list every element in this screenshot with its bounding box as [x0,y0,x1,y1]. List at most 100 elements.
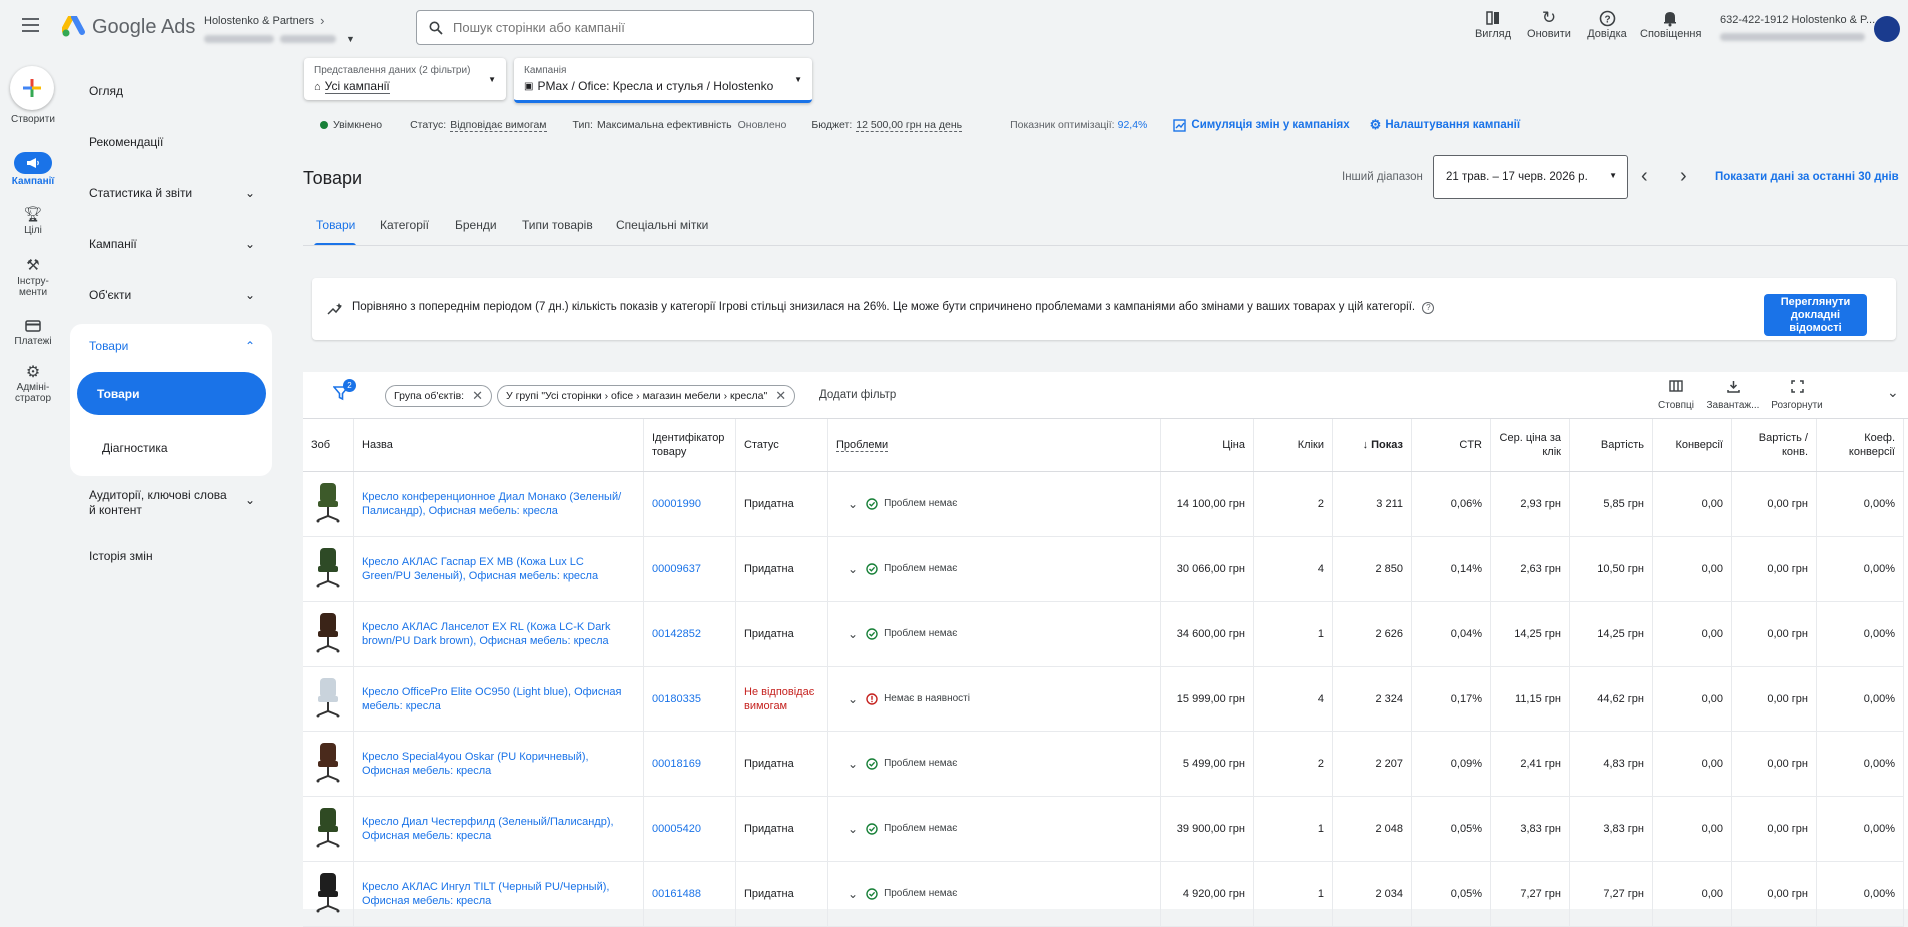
product-name[interactable]: Кресло Special4you Oskar (PU Коричневый)… [353,731,644,797]
download-button[interactable]: Завантаж... [1703,380,1763,411]
col-product-id[interactable]: Ідентифікатор товару [643,419,736,472]
nav-change-history[interactable]: Історія змін [89,549,153,563]
enabled-status[interactable]: Увімкнено [333,119,382,131]
nav-assets[interactable]: Об'єкти ⌄ [89,288,265,302]
product-problems[interactable]: ⌄ Немає в наявності [827,666,1161,732]
product-id[interactable]: 00005420 [643,796,736,862]
search-input[interactable] [451,19,795,36]
col-problems[interactable]: Проблеми [827,419,1161,472]
status-value[interactable]: Відповідає вимогам [450,119,547,132]
menu-icon[interactable] [22,18,39,32]
product-name[interactable]: Кресло конференционное Диал Монако (Зеле… [353,471,644,537]
nav-products-sub-selected[interactable]: Товари [77,372,266,415]
date-range-picker[interactable]: 21 трав. – 17 черв. 2026 р. ▼ [1433,155,1628,199]
view-button[interactable]: Вигляд [1463,8,1523,40]
notifications-button[interactable]: Сповіщення [1640,8,1701,40]
help-icon[interactable]: ? [1422,302,1435,314]
table-row[interactable]: Кресло АКЛАС Гаспар EX MB (Кожа Lux LC G… [303,536,1904,602]
refresh-button[interactable]: ↻ Оновити [1519,8,1579,40]
last-30-days-link[interactable]: Показати дані за останні 30 днів [1715,171,1899,183]
simulate-link[interactable]: Симуляція змін у кампаніях [1173,118,1350,132]
product-image[interactable] [303,471,354,537]
next-period-button[interactable]: › [1680,165,1687,188]
tab-products[interactable]: Товари [316,218,355,232]
rail-item-admin[interactable]: ⚙ Адміні- стратор [0,362,66,404]
col-cost-per-conv[interactable]: Вартість / конв. [1731,419,1817,472]
filter-chip-asset-group[interactable]: Група об'єктів: ✕ [385,385,492,407]
chevron-down-icon[interactable]: ⌄ [848,562,858,576]
rail-item-campaigns[interactable]: Кампанії [0,152,66,187]
rail-item-tools[interactable]: ⚒ Інстру- менти [0,256,66,298]
chevron-down-icon[interactable]: ⌄ [848,627,858,641]
tab-product-types[interactable]: Типи товарів [522,218,593,232]
help-button[interactable]: ? Довідка [1577,8,1637,40]
nav-recommendations[interactable]: Рекомендації [89,135,163,149]
nav-diagnostics[interactable]: Діагностика [102,441,168,455]
chevron-down-icon[interactable]: ⌄ [848,757,858,771]
table-row[interactable]: Кресло OfficePro Elite OC950 (Light blue… [303,666,1904,732]
product-problems[interactable]: ⌄ Проблем немає [827,796,1161,862]
col-status[interactable]: Статус [735,419,828,472]
table-row[interactable]: Кресло АКЛАС Ингул TILT (Черный PU/Черны… [303,861,1904,927]
product-image[interactable] [303,601,354,667]
product-id[interactable]: 00142852 [643,601,736,667]
col-clicks[interactable]: Кліки [1253,419,1333,472]
col-avg-cpc[interactable]: Сер. ціна за клік [1490,419,1570,472]
product-id[interactable]: 00180335 [643,666,736,732]
product-problems[interactable]: ⌄ Проблем немає [827,861,1161,927]
col-name[interactable]: Назва [353,419,644,472]
product-id[interactable]: 00009637 [643,536,736,602]
chevron-down-icon[interactable]: ⌄ [848,692,858,706]
expand-button[interactable]: Розгорнути [1767,380,1827,411]
product-image[interactable] [303,796,354,862]
col-conversions[interactable]: Конверсії [1652,419,1732,472]
product-problems[interactable]: ⌄ Проблем немає [827,601,1161,667]
product-id[interactable]: 00018169 [643,731,736,797]
product-name[interactable]: Кресло АКЛАС Ингул TILT (Черный PU/Черны… [353,861,644,927]
col-cost[interactable]: Вартість [1569,419,1653,472]
product-name[interactable]: Кресло Диал Честерфилд (Зеленый/Палисанд… [353,796,644,862]
product-image[interactable] [303,666,354,732]
chevron-down-icon[interactable]: ⌄ [848,887,858,901]
collapse-toolbar-button[interactable]: ⌄ [1887,384,1899,401]
tab-categories[interactable]: Категорії [380,218,429,232]
table-row[interactable]: Кресло АКЛАС Ланселот EX RL (Кожа LC-K D… [303,601,1904,667]
nav-products[interactable]: Товари ⌃ [89,339,265,353]
table-row[interactable]: Кресло Special4you Oskar (PU Коричневый)… [303,731,1904,797]
prev-period-button[interactable]: ‹ [1641,165,1648,188]
optimization-value[interactable]: 92,4% [1118,119,1148,131]
chevron-down-icon[interactable]: ⌄ [848,497,858,511]
rail-item-billing[interactable]: Платежі [0,316,66,347]
campaign-settings-link[interactable]: ⚙ Налаштування кампанії [1370,117,1520,133]
add-filter-button[interactable]: Додати фільтр [819,389,896,401]
col-ctr[interactable]: CTR [1411,419,1491,472]
product-problems[interactable]: ⌄ Проблем немає [827,536,1161,602]
col-price[interactable]: Ціна [1160,419,1254,472]
col-conv-rate[interactable]: Коеф. конверсії [1816,419,1904,472]
columns-button[interactable]: Стовпці [1646,380,1706,411]
product-id[interactable]: 00161488 [643,861,736,927]
nav-audiences[interactable]: Аудиторії, ключові слова й контент ⌄ [89,488,265,518]
view-filter[interactable]: Представлення даних (2 фільтри) ⌂ Усі кам… [304,58,506,100]
nav-campaigns[interactable]: Кампанії ⌄ [89,237,265,251]
product-problems[interactable]: ⌄ Проблем немає [827,731,1161,797]
campaign-filter[interactable]: Кампанія ▣ PMax / Ofice: Кресла и стулья … [514,58,812,103]
tab-brands[interactable]: Бренди [455,218,497,232]
avatar[interactable] [1874,16,1900,42]
product-image[interactable] [303,731,354,797]
product-image[interactable] [303,861,354,927]
close-icon[interactable]: ✕ [472,388,483,404]
product-id[interactable]: 00001990 [643,471,736,537]
nav-overview[interactable]: Огляд [89,84,123,98]
product-image[interactable] [303,536,354,602]
product-name[interactable]: Кресло OfficePro Elite OC950 (Light blue… [353,666,644,732]
rail-item-goals[interactable]: 🏆︎ Цілі [0,205,66,236]
budget-value[interactable]: 12 500,00 грн на день [856,119,963,132]
product-problems[interactable]: ⌄ Проблем немає [827,471,1161,537]
col-impressions[interactable]: ↓ Показ [1332,419,1412,472]
product-name[interactable]: Кресло АКЛАС Гаспар EX MB (Кожа Lux LC G… [353,536,644,602]
tab-custom-labels[interactable]: Спеціальні мітки [616,218,708,232]
create-button[interactable] [10,66,54,110]
google-ads-logo[interactable]: Google Ads [62,14,195,40]
account-switcher[interactable]: Holostenko & Partners › ▼ [204,13,355,44]
